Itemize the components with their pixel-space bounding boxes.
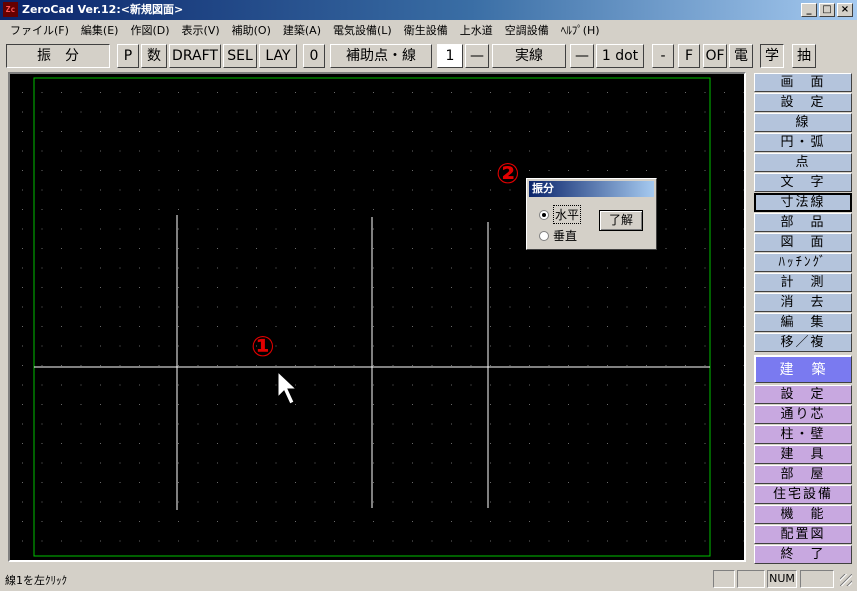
side-circle-arc[interactable]: 円・弧 [754, 133, 852, 152]
f-button[interactable]: F [678, 44, 700, 68]
aux-point-line-button[interactable]: 補助点・線 [330, 44, 432, 68]
side-parts[interactable]: 部 品 [754, 213, 852, 232]
option-vertical-label: 垂直 [553, 229, 578, 243]
status-panel-2 [737, 570, 765, 588]
side-settings[interactable]: 設 定 [754, 93, 852, 112]
title-bar: Zc ZeroCad Ver.12:<新規図面> _ □ × [0, 0, 857, 20]
zerocad-app-icon[interactable]: Zc [3, 2, 18, 17]
side-column-wall[interactable]: 柱・壁 [754, 425, 852, 444]
menu-view[interactable]: 表示(V) [176, 22, 226, 38]
side-function[interactable]: 機 能 [754, 505, 852, 524]
minus-button[interactable]: - [652, 44, 674, 68]
line-width-icon[interactable]: — [570, 44, 594, 68]
menu-arch[interactable]: 建築(A) [277, 22, 327, 38]
menu-electric[interactable]: 電気設備(L) [327, 22, 398, 38]
side-housing-equipment[interactable]: 住宅設備 [754, 485, 852, 504]
menu-sanitary[interactable]: 衛生設備 [398, 22, 454, 38]
of-button[interactable]: OF [703, 44, 727, 68]
radio-vertical-icon[interactable] [539, 230, 549, 241]
side-architecture[interactable]: 建 築 [754, 355, 852, 383]
side-grid-lines[interactable]: 通り芯 [754, 405, 852, 424]
side-fittings[interactable]: 建 具 [754, 445, 852, 464]
side-room[interactable]: 部 屋 [754, 465, 852, 484]
p-button[interactable]: P [117, 44, 139, 68]
ok-button[interactable]: 了解 [599, 210, 643, 231]
resize-grip-icon[interactable] [840, 574, 852, 586]
sel-button[interactable]: SEL [223, 44, 257, 68]
menu-water[interactable]: 上水道 [454, 22, 499, 38]
radio-horizontal-icon[interactable] [539, 209, 549, 220]
side-move-copy[interactable]: 移／複 [754, 333, 852, 352]
step-2-marker: ② [496, 157, 520, 190]
step-1-marker: ① [251, 330, 275, 363]
menu-bar: ファイル(F) 編集(E) 作図(D) 表示(V) 補助(O) 建築(A) 電気… [0, 20, 857, 40]
side-site-plan[interactable]: 配置図 [754, 525, 852, 544]
maximize-icon[interactable]: □ [819, 3, 835, 17]
menu-hvac[interactable]: 空調設備 [499, 22, 555, 38]
side-dimension[interactable]: 寸法線 [754, 193, 852, 212]
status-num: NUM [767, 570, 797, 588]
draft-button[interactable]: DRAFT [169, 44, 221, 68]
menu-edit[interactable]: 編集(E) [75, 22, 125, 38]
option-horizontal-label: 水平 [553, 205, 582, 224]
distribute-dialog: 振分 水平 垂直 了解 [526, 178, 657, 250]
menu-file[interactable]: ファイル(F) [4, 22, 75, 38]
side-screen[interactable]: 画 面 [754, 73, 852, 92]
status-bar: 線1を左ｸﾘｯｸ NUM [0, 568, 857, 591]
chu-button[interactable]: 抽 [792, 44, 816, 68]
lay-button[interactable]: LAY [259, 44, 297, 68]
side-erase[interactable]: 消 去 [754, 293, 852, 312]
mode-indicator: 振 分 [6, 44, 110, 68]
layer-number-field[interactable]: 1 [437, 44, 463, 68]
den-button[interactable]: 電 [729, 44, 753, 68]
side-arch-settings[interactable]: 設 定 [754, 385, 852, 404]
side-edit[interactable]: 編 集 [754, 313, 852, 332]
menu-help[interactable]: ﾍﾙﾌﾟ(H) [555, 22, 606, 38]
drawing-canvas[interactable] [10, 74, 744, 560]
side-drawing[interactable]: 図 面 [754, 233, 852, 252]
mouse-cursor-icon [277, 370, 298, 405]
side-hatching[interactable]: ﾊｯﾁﾝｸﾞ [754, 253, 852, 272]
line-type-button[interactable]: 実線 [492, 44, 566, 68]
status-message: 線1を左ｸﾘｯｸ [5, 574, 67, 587]
option-vertical[interactable]: 垂直 [539, 227, 577, 244]
num-button[interactable]: 数 [141, 44, 167, 68]
menu-aux[interactable]: 補助(O) [226, 22, 277, 38]
close-icon[interactable]: × [837, 3, 853, 17]
toolbar: 振 分 P 数 DRAFT SEL LAY 0 補助点・線 1 — 実線 — 1… [0, 43, 857, 70]
side-exit[interactable]: 終 了 [754, 545, 852, 564]
side-point[interactable]: 点 [754, 153, 852, 172]
dialog-title: 振分 [529, 181, 654, 197]
menu-draw[interactable]: 作図(D) [124, 22, 175, 38]
option-horizontal[interactable]: 水平 [539, 205, 582, 224]
line-style-icon[interactable]: — [465, 44, 489, 68]
side-measure[interactable]: 計 測 [754, 273, 852, 292]
gaku-button[interactable]: 学 [760, 44, 784, 68]
side-line[interactable]: 線 [754, 113, 852, 132]
window-title: ZeroCad Ver.12:<新規図面> [22, 3, 184, 16]
side-text[interactable]: 文 字 [754, 173, 852, 192]
line-width-button[interactable]: 1 dot [596, 44, 644, 68]
status-panel-1 [713, 570, 735, 588]
grid-dots [22, 92, 744, 542]
status-panel-4 [800, 570, 834, 588]
minimize-icon[interactable]: _ [801, 3, 817, 17]
zero-button[interactable]: 0 [303, 44, 325, 68]
